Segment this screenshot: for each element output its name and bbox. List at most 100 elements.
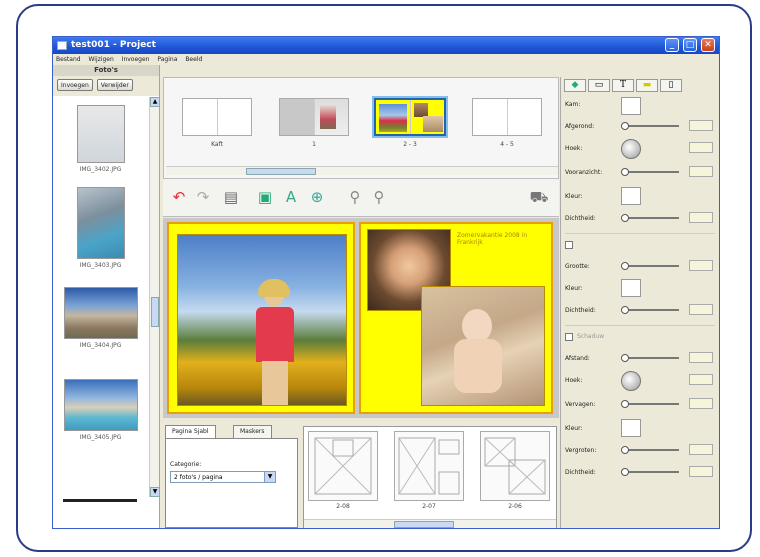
prop-slider[interactable] — [623, 125, 679, 127]
spread-4-5[interactable] — [472, 98, 542, 136]
category-label: Categorie: — [170, 461, 202, 468]
photos-scrollbar[interactable]: ▲ ▼ — [149, 97, 160, 497]
delete-icon[interactable]: ▤ — [221, 187, 241, 207]
divider — [565, 233, 715, 234]
prop-slider[interactable] — [623, 403, 679, 405]
photo-thumb[interactable]: IMG_3403.JPG — [63, 187, 138, 269]
cart-icon[interactable]: ⛟ — [529, 187, 549, 207]
scroll-down-icon[interactable]: ▼ — [150, 487, 160, 497]
chevron-down-icon[interactable]: ▼ — [264, 472, 275, 482]
edit-toolbar: ↶ ↷ ▤ ▣ A ⊕ ⚲ ⚲ ⛟ — [163, 179, 559, 217]
prop-slider[interactable] — [623, 309, 679, 311]
prop-slider[interactable] — [623, 449, 679, 451]
menu-bar: Bestand Wijzigen Invoegen Pagina Beeld — [53, 54, 719, 65]
prop-value-box[interactable] — [689, 304, 713, 315]
layout-label: 2-06 — [508, 503, 522, 510]
close-button[interactable]: ✕ — [701, 38, 715, 52]
prop-value-box[interactable] — [689, 444, 713, 455]
scroll-thumb[interactable] — [151, 297, 159, 327]
layout-template[interactable]: 2-07 — [394, 431, 464, 510]
zoom-in-icon[interactable]: ⚲ — [369, 187, 389, 207]
prop-swatch[interactable] — [621, 279, 641, 297]
prop-value-box[interactable] — [689, 352, 713, 363]
page-strip: Kaft 1 2 - 3 4 - 5 — [163, 77, 559, 179]
photo-thumb[interactable]: IMG_3405.JPG — [63, 379, 138, 441]
prop-slider-knob[interactable] — [621, 354, 629, 362]
prop-value-box[interactable] — [689, 398, 713, 409]
title-bar: test001 - Project _ □ ✕ — [53, 37, 719, 54]
add-photo-icon[interactable]: ▣ — [255, 187, 275, 207]
photo-sunflowers[interactable] — [177, 234, 347, 406]
prop-slider[interactable] — [623, 357, 679, 359]
menu-bestand[interactable]: Bestand — [53, 54, 84, 65]
tab-page-templates[interactable]: Pagina Sjabl — [165, 425, 216, 438]
frame-props-tab-icon[interactable]: ▭ — [588, 79, 610, 92]
photo-name: IMG_3405.JPG — [79, 434, 122, 441]
prop-slider-knob[interactable] — [621, 468, 629, 476]
page-strip-scrollbar[interactable] — [166, 166, 558, 175]
angle-dial[interactable] — [621, 139, 641, 159]
prop-slider[interactable] — [623, 217, 679, 219]
prop-value-box[interactable] — [689, 142, 713, 153]
layout-template[interactable]: 2-08 — [308, 431, 378, 510]
layout-template[interactable]: 2-06 — [480, 431, 550, 510]
prop-slider[interactable] — [623, 265, 679, 267]
minimize-button[interactable]: _ — [665, 38, 679, 52]
prop-slider-knob[interactable] — [621, 122, 629, 130]
page-props-tab-icon[interactable]: ▯ — [660, 79, 682, 92]
spread-1[interactable] — [279, 98, 349, 136]
prop-swatch[interactable] — [621, 97, 641, 115]
scroll-thumb[interactable] — [246, 168, 316, 175]
remove-photo-button[interactable]: Verwijder — [96, 79, 133, 91]
add-text-icon[interactable]: A — [281, 187, 301, 207]
prop-slider[interactable] — [623, 471, 679, 473]
angle-dial[interactable] — [621, 371, 641, 391]
color-props-tab-icon[interactable]: ▬ — [636, 79, 658, 92]
prop-slider-knob[interactable] — [621, 168, 629, 176]
layout-label: 2-07 — [422, 503, 436, 510]
undo-icon[interactable]: ↶ — [169, 187, 189, 207]
prop-value-box[interactable] — [689, 120, 713, 131]
zoom-out-icon[interactable]: ⚲ — [345, 187, 365, 207]
photo-thumb[interactable]: IMG_3402.JPG — [63, 105, 138, 173]
menu-beeld[interactable]: Beeld — [182, 54, 205, 65]
caption-text[interactable]: Zomervakantie 2008 in Frankrijk — [457, 232, 541, 246]
prop-value-box[interactable] — [689, 466, 713, 477]
photo-props-tab-icon[interactable]: ◆ — [564, 79, 586, 92]
layouts-scrollbar[interactable] — [304, 519, 556, 528]
category-select[interactable]: 2 foto's / pagina ▼ — [170, 471, 276, 483]
prop-slider-knob[interactable] — [621, 214, 629, 222]
tab-masks[interactable]: Maskers — [233, 425, 272, 438]
prop-value-box[interactable] — [689, 260, 713, 271]
spread-cover[interactable] — [182, 98, 252, 136]
section2-checkbox[interactable] — [565, 241, 573, 249]
prop-slider-knob[interactable] — [621, 262, 629, 270]
spread-2-3[interactable] — [372, 96, 448, 138]
insert-photo-button[interactable]: Invoegen — [57, 79, 93, 91]
maximize-button[interactable]: □ — [683, 38, 697, 52]
left-page[interactable] — [167, 222, 355, 414]
redo-icon[interactable]: ↷ — [193, 187, 213, 207]
prop-label: Vergroten: — [565, 447, 597, 454]
right-page[interactable]: Zomervakantie 2008 in Frankrijk — [359, 222, 553, 414]
prop-value-box[interactable] — [689, 166, 713, 177]
prop-slider[interactable] — [623, 171, 679, 173]
photo-child-sitting[interactable] — [421, 286, 545, 406]
prop-value-box[interactable] — [689, 212, 713, 223]
menu-pagina[interactable]: Pagina — [154, 54, 180, 65]
scroll-thumb[interactable] — [394, 521, 454, 528]
scroll-up-icon[interactable]: ▲ — [150, 97, 160, 107]
prop-swatch[interactable] — [621, 419, 641, 437]
prop-slider-knob[interactable] — [621, 446, 629, 454]
prop-slider-knob[interactable] — [621, 400, 629, 408]
prop-slider-knob[interactable] — [621, 306, 629, 314]
menu-invoegen[interactable]: Invoegen — [119, 54, 153, 65]
shadow-checkbox[interactable] — [565, 333, 573, 341]
add-page-icon[interactable]: ⊕ — [307, 187, 327, 207]
menu-wijzigen[interactable]: Wijzigen — [86, 54, 117, 65]
prop-value-box[interactable] — [689, 374, 713, 385]
prop-swatch[interactable] — [621, 187, 641, 205]
photo-thumb[interactable]: IMG_3404.JPG — [63, 287, 138, 349]
prop-label: Hoek: — [565, 377, 583, 384]
text-props-tab-icon[interactable]: T — [612, 79, 634, 92]
